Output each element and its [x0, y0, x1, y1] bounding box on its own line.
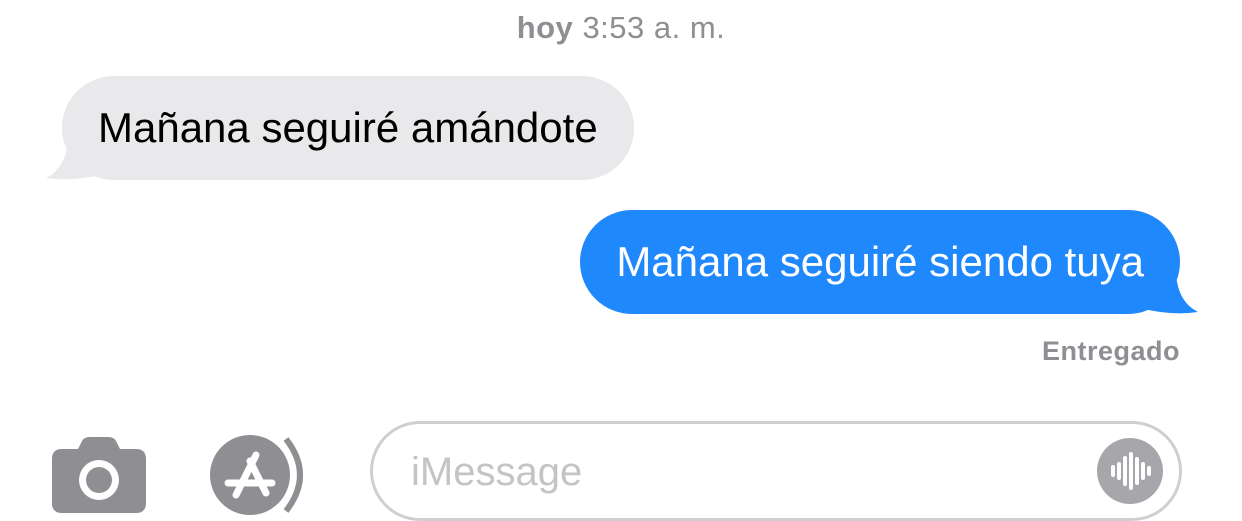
- camera-icon: [52, 437, 146, 513]
- incoming-message-bubble[interactable]: Mañana seguiré amándote: [62, 76, 634, 180]
- outgoing-message-text: Mañana seguiré siendo tuya: [616, 238, 1144, 285]
- audio-record-button[interactable]: [1097, 438, 1163, 504]
- timestamp-day: hoy: [516, 10, 574, 45]
- imessage-input[interactable]: iMessage: [370, 421, 1182, 521]
- imessage-placeholder: iMessage: [411, 450, 583, 494]
- app-store-icon: [210, 435, 303, 515]
- outgoing-message-bubble[interactable]: Mañana seguiré siendo tuya: [580, 210, 1180, 314]
- message-input-toolbar: iMessage: [0, 405, 1242, 521]
- audio-waveform-icon: [1111, 452, 1151, 490]
- delivery-status: Entregado: [1041, 336, 1180, 366]
- timestamp-time: 3:53 a. m.: [582, 10, 726, 45]
- camera-button[interactable]: [52, 437, 146, 513]
- message-timestamp: hoy 3:53 a. m.: [0, 10, 1242, 46]
- app-store-button[interactable]: [210, 435, 320, 515]
- incoming-message-text: Mañana seguiré amándote: [98, 104, 598, 151]
